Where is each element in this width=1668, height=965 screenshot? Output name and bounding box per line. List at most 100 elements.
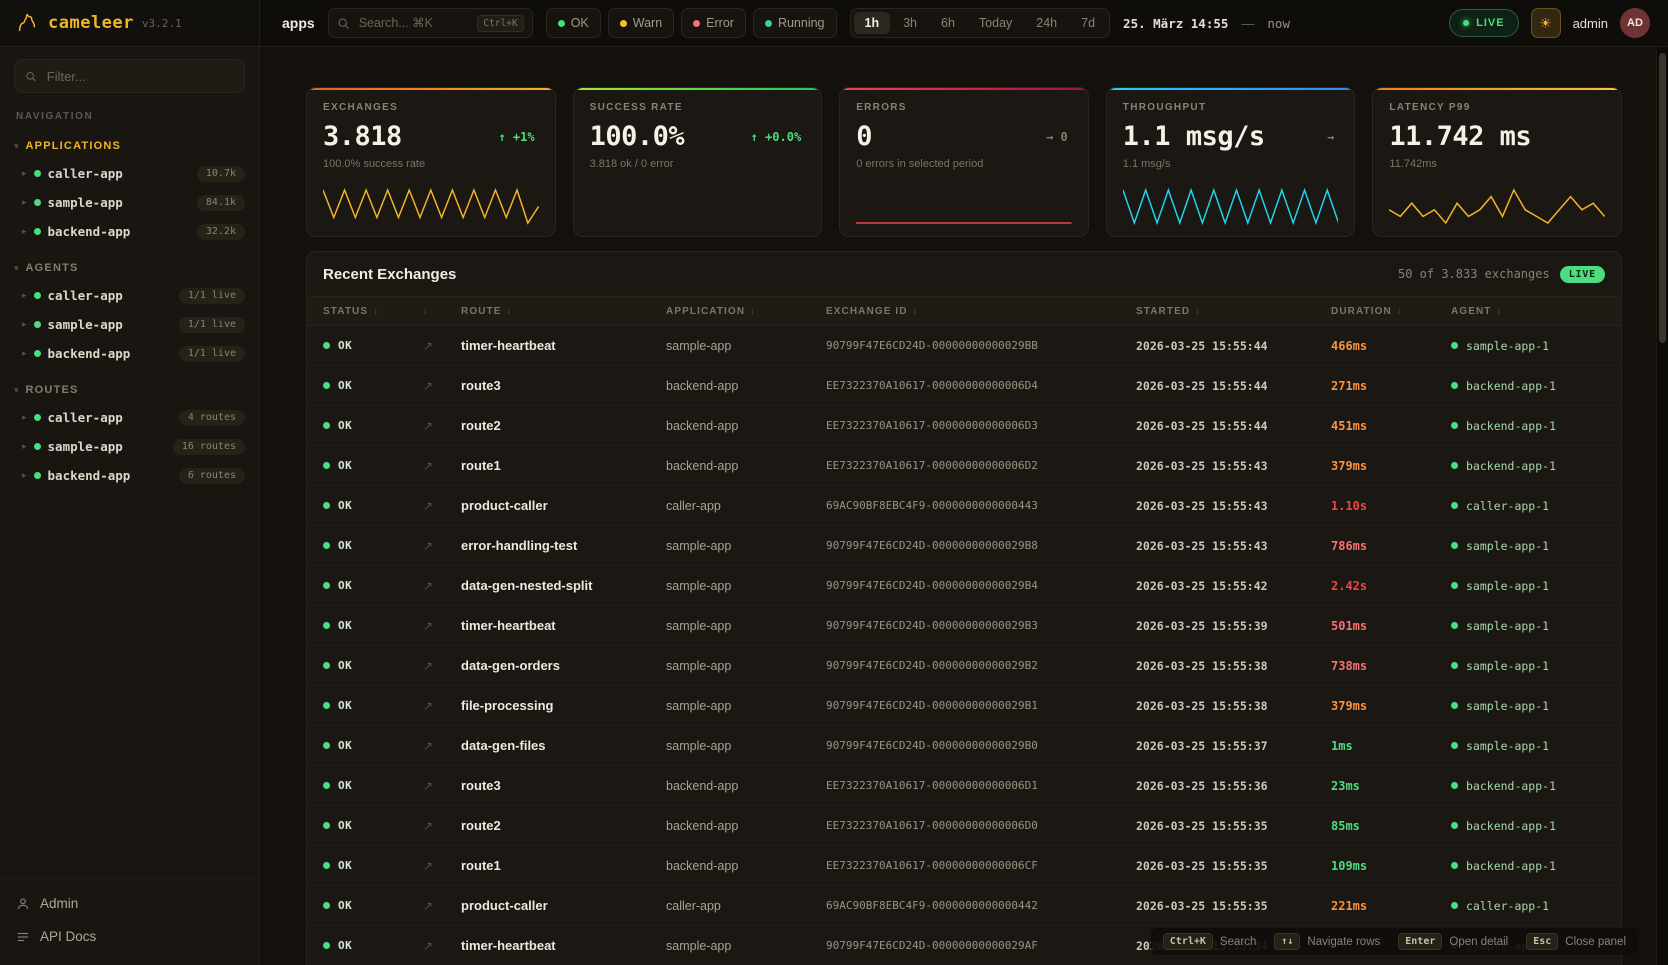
open-cell[interactable]: ↗ [407,859,445,873]
route-cell: data-gen-orders [445,658,650,673]
exchange-row[interactable]: OK↗route1backend-appEE7322370A10617-0000… [307,446,1621,486]
open-cell[interactable]: ↗ [407,779,445,793]
stat-card-throughput: THROUGHPUT1.1 msg/s→1.1 msg/s [1106,87,1356,237]
live-toggle-button[interactable]: LIVE [1449,9,1518,37]
section-header-applications[interactable]: ▾APPLICATIONS [0,140,259,159]
exchange-row[interactable]: OK↗route3backend-appEE7322370A10617-0000… [307,766,1621,806]
sidebar-item-label: sample-app [48,439,123,454]
sidebar-filter[interactable] [14,59,245,93]
scrollbar-thumb[interactable] [1659,53,1666,343]
time-range-3h[interactable]: 3h [892,12,928,34]
sidebar-item-applications-caller-app[interactable]: ▸caller-app10.7k [0,159,259,188]
section-header-routes[interactable]: ▾ROUTES [0,384,259,403]
open-cell[interactable]: ↗ [407,819,445,833]
open-cell[interactable]: ↗ [407,619,445,633]
column-header-agent[interactable]: AGENT↕ [1435,306,1621,317]
route-cell: product-caller [445,898,650,913]
sidebar-item-agents-sample-app[interactable]: ▸sample-app1/1 live [0,310,259,339]
stat-subtitle: 100.0% success rate [323,158,539,170]
column-header-icon[interactable]: ↕ [407,306,445,316]
column-header-duration[interactable]: DURATION↕ [1315,306,1435,317]
exchange-row[interactable]: OK↗error-handling-testsample-app90799F47… [307,526,1621,566]
status-cell: OK [307,379,407,392]
exchange-row[interactable]: OK↗file-processingsample-app90799F47E6CD… [307,686,1621,726]
open-cell[interactable]: ↗ [407,579,445,593]
theme-toggle-button[interactable]: ☀ [1531,8,1561,38]
chevron-right-icon: ▸ [22,441,27,452]
exchange-row[interactable]: OK↗data-gen-orderssample-app90799F47E6CD… [307,646,1621,686]
open-cell[interactable]: ↗ [407,899,445,913]
agent-label: caller-app-1 [1466,499,1549,513]
status-filter-ok[interactable]: OK [546,8,601,38]
time-range-6h[interactable]: 6h [930,12,966,34]
sidebar-item-applications-sample-app[interactable]: ▸sample-app84.1k [0,188,259,217]
panel-header: Recent Exchanges 50 of 3.833 exchanges L… [307,252,1621,296]
sidebar-item-agents-caller-app[interactable]: ▸caller-app1/1 live [0,281,259,310]
exchange-row[interactable]: OK↗data-gen-nested-splitsample-app90799F… [307,566,1621,606]
open-cell[interactable]: ↗ [407,539,445,553]
open-cell[interactable]: ↗ [407,939,445,953]
open-cell[interactable]: ↗ [407,459,445,473]
time-range-1h[interactable]: 1h [854,12,891,34]
status-filter-running[interactable]: Running [753,8,837,38]
sidebar-item-routes-caller-app[interactable]: ▸caller-app4 routes [0,403,259,432]
exchange-row[interactable]: OK↗route2backend-appEE7322370A10617-0000… [307,806,1621,846]
avatar[interactable]: AD [1620,8,1650,38]
sidebar-item-agents-backend-app[interactable]: ▸backend-app1/1 live [0,339,259,368]
open-cell[interactable]: ↗ [407,739,445,753]
section-header-agents[interactable]: ▾AGENTS [0,262,259,281]
column-header-application[interactable]: APPLICATION↕ [650,306,810,317]
sidebar-item-applications-backend-app[interactable]: ▸backend-app32.2k [0,217,259,246]
column-header-started[interactable]: STARTED↕ [1120,306,1315,317]
exchange-row[interactable]: OK↗product-callercaller-app69AC90BF8EBC4… [307,486,1621,526]
column-header-status[interactable]: STATUS↕ [307,306,407,317]
stat-card-success-rate: SUCCESS RATE100.0%↑ +0.0%3.818 ok / 0 er… [573,87,823,237]
open-cell[interactable]: ↗ [407,379,445,393]
column-header-route[interactable]: ROUTE↕ [445,306,650,317]
chevron-right-icon: ▸ [22,197,27,208]
exchange-row[interactable]: OK↗data-gen-filessample-app90799F47E6CD2… [307,726,1621,766]
context-label: apps [282,15,315,31]
sort-icon: ↕ [913,306,919,316]
sidebar-item-admin[interactable]: Admin [0,887,259,920]
filter-input[interactable] [45,68,234,85]
application-cell: caller-app [650,499,810,513]
route-cell: data-gen-nested-split [445,578,650,593]
exchange-id-cell: EE7322370A10617-00000000000006D1 [810,779,1120,792]
logo[interactable]: cameleer v3.2.1 [0,0,259,47]
open-cell[interactable]: ↗ [407,419,445,433]
sidebar-item-label: backend-app [48,346,131,361]
exchange-id-cell: 90799F47E6CD24D-00000000000029B1 [810,699,1120,712]
exchange-row[interactable]: OK↗route1backend-appEE7322370A10617-0000… [307,846,1621,886]
time-range-24h[interactable]: 24h [1025,12,1068,34]
open-cell[interactable]: ↗ [407,659,445,673]
search-input[interactable] [357,15,471,31]
scrollbar-track[interactable] [1656,47,1668,965]
sort-icon: ↕ [1497,306,1503,316]
card-accent-bar [1373,88,1621,90]
exchange-row[interactable]: OK↗route2backend-appEE7322370A10617-0000… [307,406,1621,446]
column-header-exchange-id[interactable]: EXCHANGE ID↕ [810,306,1120,317]
sidebar-item-routes-backend-app[interactable]: ▸backend-app6 routes [0,461,259,490]
exchange-row[interactable]: OK↗product-callercaller-app69AC90BF8EBC4… [307,886,1621,926]
sidebar-item-api-docs[interactable]: API Docs [0,920,259,953]
global-search[interactable]: Ctrl+K [328,8,533,38]
chevron-down-icon: ▾ [14,141,19,152]
open-cell[interactable]: ↗ [407,499,445,513]
started-cell: 2026-03-25 15:55:44 [1120,379,1315,393]
exchange-row[interactable]: OK↗timer-heartbeatsample-app90799F47E6CD… [307,326,1621,366]
time-range-today[interactable]: Today [968,12,1023,34]
chevron-down-icon: ▾ [14,385,19,396]
started-cell: 2026-03-25 15:55:44 [1120,339,1315,353]
keyboard-hint-open-detail: EnterOpen detail [1398,933,1508,950]
stat-value: 0 [856,121,872,152]
content-column: apps Ctrl+K OKWarnErrorRunning 1h3h6hTod… [260,0,1668,965]
exchange-row[interactable]: OK↗route3backend-appEE7322370A10617-0000… [307,366,1621,406]
status-filter-warn[interactable]: Warn [608,8,674,38]
exchange-row[interactable]: OK↗timer-heartbeatsample-app90799F47E6CD… [307,606,1621,646]
status-filter-error[interactable]: Error [681,8,746,38]
open-cell[interactable]: ↗ [407,339,445,353]
sidebar-item-routes-sample-app[interactable]: ▸sample-app16 routes [0,432,259,461]
open-cell[interactable]: ↗ [407,699,445,713]
time-range-7d[interactable]: 7d [1070,12,1106,34]
